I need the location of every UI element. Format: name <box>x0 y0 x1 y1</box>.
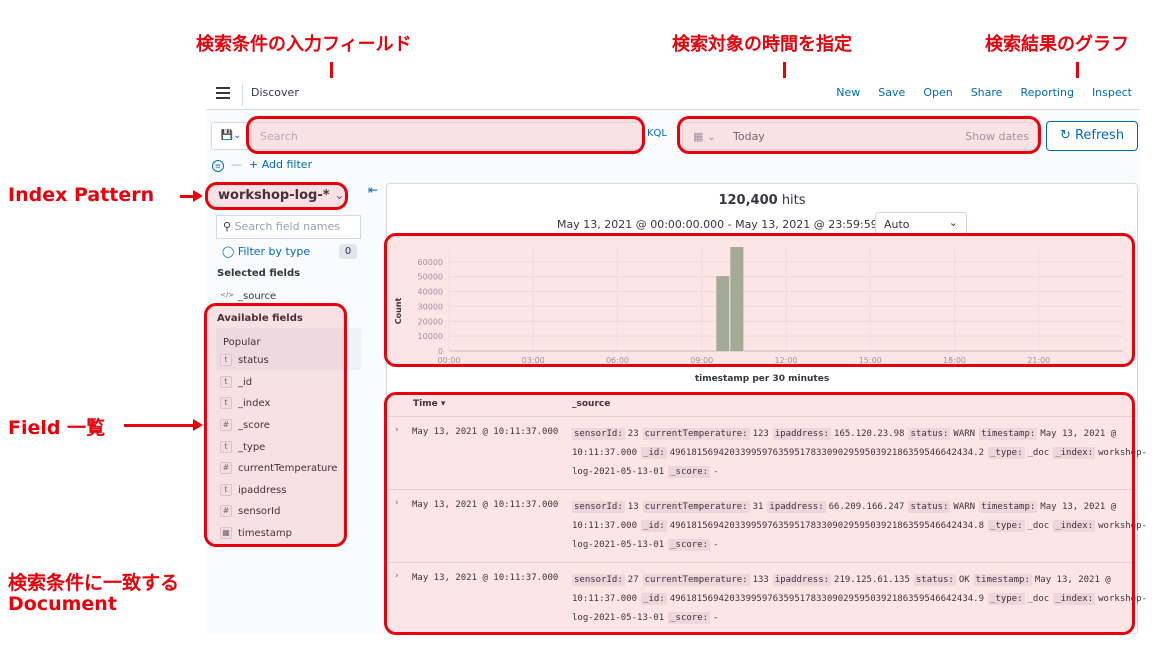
top-nav: Discover New Save Open Share Reporting I… <box>206 78 1140 110</box>
page-title: Discover <box>251 86 299 99</box>
hits-count: 120,400 <box>718 193 778 208</box>
search-icon: ⚲ <box>223 220 232 233</box>
selected-fields-title: Selected fields <box>217 268 301 279</box>
annotation-matching-docs-1: 検索条件に一致する <box>8 572 180 594</box>
refresh-icon: ↻ <box>1059 128 1075 143</box>
refresh-label: Refresh <box>1074 128 1125 143</box>
filter-by-type-button[interactable]: ◯ Filter by type <box>222 245 310 258</box>
highlight-query-input <box>246 116 645 154</box>
highlight-time-range <box>677 116 1041 154</box>
nav-separator <box>242 84 243 106</box>
arrow-fields <box>124 424 194 427</box>
filter-icon: ◯ <box>222 245 238 258</box>
arrow-index-head <box>193 190 203 202</box>
field-search-placeholder: Search field names <box>234 220 341 233</box>
field-name: _source <box>238 290 277 302</box>
annotation-result-graph: 検索結果のグラフ <box>985 34 1129 55</box>
highlight-result-graph <box>384 233 1135 367</box>
save-link[interactable]: Save <box>878 86 905 99</box>
add-filter-link[interactable]: + Add filter <box>249 158 312 171</box>
arrow-fields-head <box>193 419 203 431</box>
highlight-index-pattern <box>205 182 348 210</box>
saved-query-button[interactable]: 💾⌄ <box>211 122 251 150</box>
date-range-text: May 13, 2021 @ 00:00:00.000 - May 13, 20… <box>557 218 903 231</box>
top-nav-links: New Save Open Share Reporting Inspect <box>818 86 1132 99</box>
kql-toggle[interactable]: KQL <box>647 128 667 139</box>
chart-caption: timestamp per 30 minutes <box>694 374 830 384</box>
hits-label: hits <box>781 193 806 208</box>
share-link[interactable]: Share <box>971 86 1003 99</box>
field-search-input[interactable]: ⚲ Search field names <box>216 215 361 239</box>
filter-by-type-label: Filter by type <box>237 245 311 258</box>
field-item-source[interactable]: </> _source <box>220 290 276 302</box>
filter-icon[interactable]: ≡ <box>212 160 224 172</box>
inspect-link[interactable]: Inspect <box>1092 86 1132 99</box>
highlight-field-list <box>204 303 347 547</box>
arrow-index <box>180 195 194 198</box>
chevron-down-icon: ⌄ <box>948 216 958 229</box>
interval-value: Auto <box>884 218 910 231</box>
source-type-icon: </> <box>220 291 235 299</box>
annotation-field-list: Field 一覧 <box>8 417 106 439</box>
filter-count-badge: 0 <box>339 244 357 259</box>
new-link[interactable]: New <box>836 86 860 99</box>
filter-row: ≡ — + Add filter <box>212 158 312 172</box>
hamburger-menu-icon[interactable] <box>216 87 230 99</box>
hits-counter: 120,400 hits <box>387 193 1137 208</box>
open-link[interactable]: Open <box>923 86 952 99</box>
annotation-query-input: 検索条件の入力フィールド <box>196 34 412 55</box>
highlight-documents <box>384 392 1135 635</box>
annotation-time-range: 検索対象の時間を指定 <box>672 34 852 55</box>
annotation-index-pattern: Index Pattern <box>8 184 155 206</box>
annotation-matching-docs-2: Document <box>8 593 117 615</box>
saved-query-icon: 💾⌄ <box>220 130 242 141</box>
reporting-link[interactable]: Reporting <box>1020 86 1073 99</box>
refresh-button[interactable]: ↻ Refresh <box>1046 121 1138 151</box>
collapse-sidebar-icon[interactable]: ⇤ <box>368 183 378 197</box>
